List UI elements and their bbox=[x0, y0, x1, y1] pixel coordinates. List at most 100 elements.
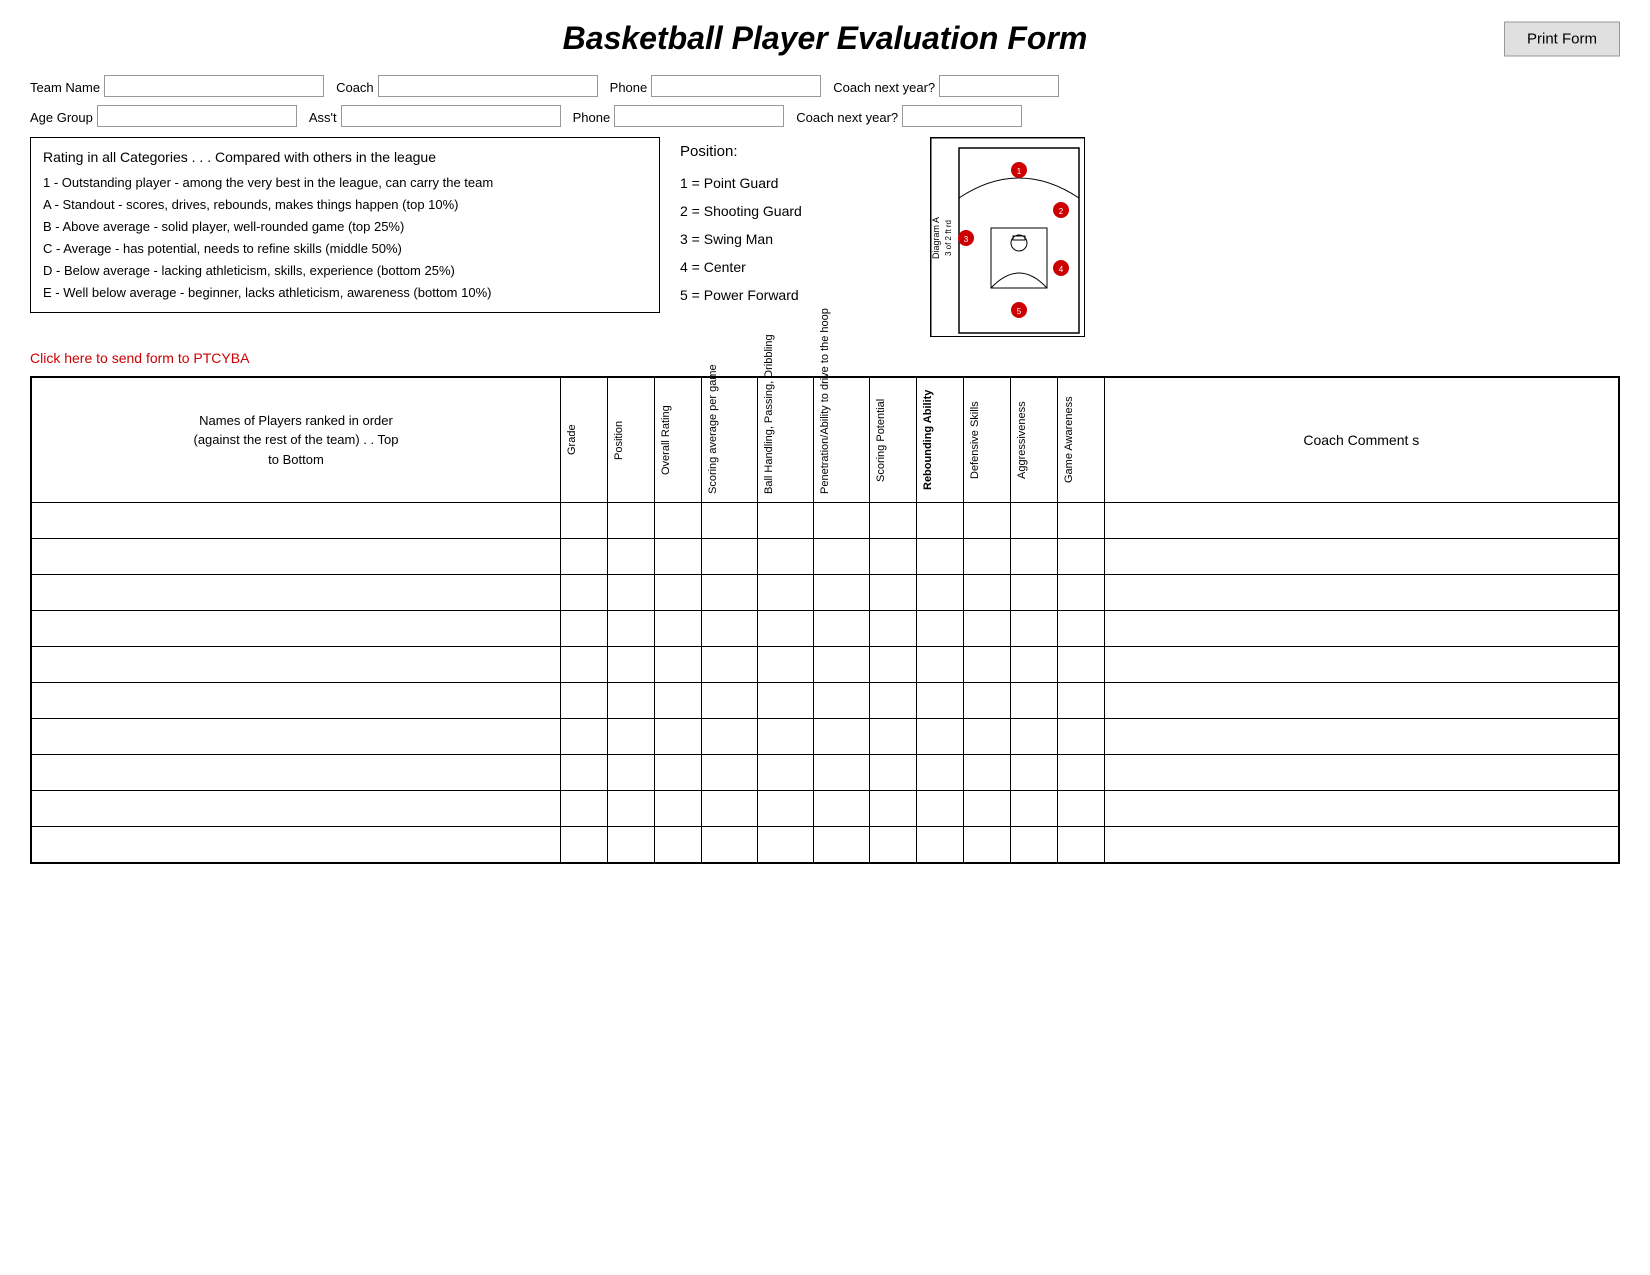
grade-cell-3[interactable] bbox=[561, 611, 608, 647]
coach-comments-input-4[interactable] bbox=[1105, 647, 1618, 682]
player-name-cell-2[interactable] bbox=[32, 575, 561, 611]
scoring-avg-cell-9[interactable] bbox=[702, 827, 758, 863]
game-awareness-cell-4[interactable] bbox=[1057, 647, 1104, 683]
ball-handling-cell-9[interactable] bbox=[757, 827, 813, 863]
coach-comments-input-9[interactable] bbox=[1105, 827, 1618, 862]
game-awareness-cell-5[interactable] bbox=[1057, 683, 1104, 719]
player-name-cell-3[interactable] bbox=[32, 611, 561, 647]
scoring-avg-input-2[interactable] bbox=[702, 575, 757, 610]
scoring-avg-input-1[interactable] bbox=[702, 539, 757, 574]
grade-input-6[interactable] bbox=[561, 719, 607, 754]
penetration-input-5[interactable] bbox=[814, 683, 869, 718]
player-name-cell-0[interactable] bbox=[32, 503, 561, 539]
coach-comments-cell-9[interactable] bbox=[1104, 827, 1618, 863]
grade-input-3[interactable] bbox=[561, 611, 607, 646]
scoring-potential-cell-2[interactable] bbox=[869, 575, 916, 611]
defensive-input-7[interactable] bbox=[964, 755, 1010, 790]
ball-handling-input-7[interactable] bbox=[758, 755, 813, 790]
scoring-potential-input-6[interactable] bbox=[870, 719, 916, 754]
defensive-cell-9[interactable] bbox=[963, 827, 1010, 863]
player-name-input-7[interactable] bbox=[32, 755, 560, 790]
rebounding-cell-2[interactable] bbox=[916, 575, 963, 611]
defensive-input-0[interactable] bbox=[964, 503, 1010, 538]
rebounding-input-1[interactable] bbox=[917, 539, 963, 574]
game-awareness-input-3[interactable] bbox=[1058, 611, 1104, 646]
game-awareness-input-8[interactable] bbox=[1058, 791, 1104, 826]
penetration-cell-9[interactable] bbox=[813, 827, 869, 863]
defensive-cell-0[interactable] bbox=[963, 503, 1010, 539]
defensive-input-2[interactable] bbox=[964, 575, 1010, 610]
overall-cell-1[interactable] bbox=[655, 539, 702, 575]
scoring-avg-cell-6[interactable] bbox=[702, 719, 758, 755]
scoring-avg-cell-7[interactable] bbox=[702, 755, 758, 791]
aggressiveness-cell-8[interactable] bbox=[1010, 791, 1057, 827]
player-name-cell-7[interactable] bbox=[32, 755, 561, 791]
coach-comments-cell-7[interactable] bbox=[1104, 755, 1618, 791]
penetration-input-6[interactable] bbox=[814, 719, 869, 754]
scoring-potential-cell-6[interactable] bbox=[869, 719, 916, 755]
rebounding-input-2[interactable] bbox=[917, 575, 963, 610]
ball-handling-cell-5[interactable] bbox=[757, 683, 813, 719]
scoring-potential-input-5[interactable] bbox=[870, 683, 916, 718]
position-cell-3[interactable] bbox=[608, 611, 655, 647]
game-awareness-cell-3[interactable] bbox=[1057, 611, 1104, 647]
player-name-cell-9[interactable] bbox=[32, 827, 561, 863]
aggressiveness-cell-4[interactable] bbox=[1010, 647, 1057, 683]
position-cell-4[interactable] bbox=[608, 647, 655, 683]
coach-next-input[interactable] bbox=[939, 75, 1059, 97]
rebounding-input-7[interactable] bbox=[917, 755, 963, 790]
coach-comments-input-8[interactable] bbox=[1105, 791, 1618, 826]
penetration-cell-4[interactable] bbox=[813, 647, 869, 683]
rebounding-input-5[interactable] bbox=[917, 683, 963, 718]
player-name-input-4[interactable] bbox=[32, 647, 560, 682]
position-input-1[interactable] bbox=[608, 539, 654, 574]
player-name-cell-6[interactable] bbox=[32, 719, 561, 755]
game-awareness-cell-0[interactable] bbox=[1057, 503, 1104, 539]
game-awareness-input-4[interactable] bbox=[1058, 647, 1104, 682]
coach-comments-cell-3[interactable] bbox=[1104, 611, 1618, 647]
game-awareness-cell-9[interactable] bbox=[1057, 827, 1104, 863]
aggressiveness-input-7[interactable] bbox=[1011, 755, 1057, 790]
player-name-input-5[interactable] bbox=[32, 683, 560, 718]
penetration-input-4[interactable] bbox=[814, 647, 869, 682]
ball-handling-cell-4[interactable] bbox=[757, 647, 813, 683]
position-cell-7[interactable] bbox=[608, 755, 655, 791]
position-input-4[interactable] bbox=[608, 647, 654, 682]
coach-input[interactable] bbox=[378, 75, 598, 97]
penetration-cell-7[interactable] bbox=[813, 755, 869, 791]
game-awareness-cell-2[interactable] bbox=[1057, 575, 1104, 611]
phone-input[interactable] bbox=[651, 75, 821, 97]
ball-handling-input-5[interactable] bbox=[758, 683, 813, 718]
ball-handling-input-0[interactable] bbox=[758, 503, 813, 538]
ball-handling-cell-8[interactable] bbox=[757, 791, 813, 827]
player-name-input-2[interactable] bbox=[32, 575, 560, 610]
overall-cell-3[interactable] bbox=[655, 611, 702, 647]
position-input-7[interactable] bbox=[608, 755, 654, 790]
scoring-avg-cell-8[interactable] bbox=[702, 791, 758, 827]
rebounding-input-3[interactable] bbox=[917, 611, 963, 646]
ball-handling-input-2[interactable] bbox=[758, 575, 813, 610]
rebounding-input-0[interactable] bbox=[917, 503, 963, 538]
scoring-avg-input-9[interactable] bbox=[702, 827, 757, 862]
game-awareness-cell-8[interactable] bbox=[1057, 791, 1104, 827]
coach-comments-cell-1[interactable] bbox=[1104, 539, 1618, 575]
coach-next2-input[interactable] bbox=[902, 105, 1022, 127]
overall-cell-2[interactable] bbox=[655, 575, 702, 611]
grade-input-0[interactable] bbox=[561, 503, 607, 538]
game-awareness-input-9[interactable] bbox=[1058, 827, 1104, 862]
scoring-potential-input-9[interactable] bbox=[870, 827, 916, 862]
grade-cell-9[interactable] bbox=[561, 827, 608, 863]
position-cell-0[interactable] bbox=[608, 503, 655, 539]
penetration-cell-6[interactable] bbox=[813, 719, 869, 755]
scoring-avg-input-0[interactable] bbox=[702, 503, 757, 538]
coach-comments-cell-8[interactable] bbox=[1104, 791, 1618, 827]
defensive-cell-4[interactable] bbox=[963, 647, 1010, 683]
ball-handling-input-9[interactable] bbox=[758, 827, 813, 862]
game-awareness-input-7[interactable] bbox=[1058, 755, 1104, 790]
rebounding-input-8[interactable] bbox=[917, 791, 963, 826]
aggressiveness-cell-5[interactable] bbox=[1010, 683, 1057, 719]
aggressiveness-cell-7[interactable] bbox=[1010, 755, 1057, 791]
ball-handling-input-6[interactable] bbox=[758, 719, 813, 754]
overall-input-8[interactable] bbox=[655, 791, 701, 826]
grade-input-5[interactable] bbox=[561, 683, 607, 718]
